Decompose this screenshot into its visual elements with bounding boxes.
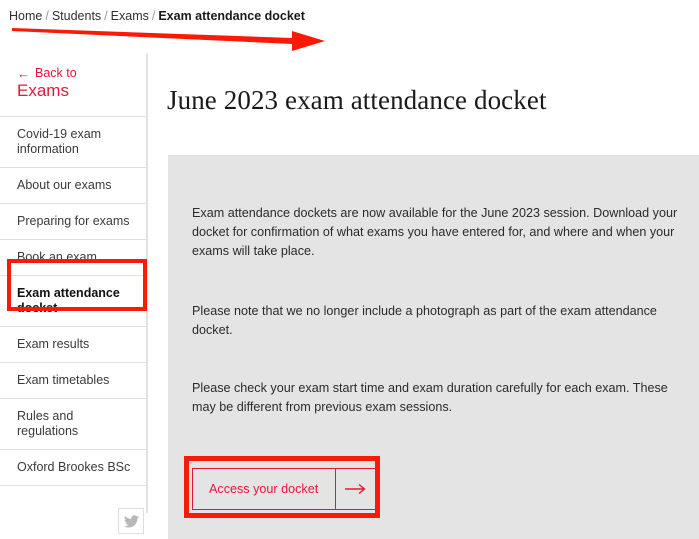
sidebar-nav-list: Covid-19 exam information About our exam… (0, 116, 146, 486)
access-docket-button[interactable]: Access your docket (192, 468, 377, 510)
sidebar-item-preparing-for-exams[interactable]: Preparing for exams (0, 203, 146, 239)
sidebar-back-link[interactable]: ← Back to Exams (0, 53, 146, 116)
breadcrumb-separator: / (101, 9, 110, 23)
sidebar-item-exam-attendance-docket[interactable]: Exam attendance docket (0, 275, 146, 326)
sidebar: ← Back to Exams Covid-19 exam information… (0, 53, 148, 513)
sidebar-item-about-our-exams[interactable]: About our exams (0, 167, 146, 203)
twitter-icon (124, 515, 139, 528)
sidebar-back-row: ← Back to (17, 66, 146, 80)
sidebar-item-covid-19-exam-information[interactable]: Covid-19 exam information (0, 116, 146, 167)
main-content: June 2023 exam attendance docket Exam at… (148, 53, 699, 539)
page-root: Home/Students/Exams/Exam attendance dock… (0, 0, 699, 539)
breadcrumb-item-home[interactable]: Home (9, 9, 42, 23)
content-panel: Exam attendance dockets are now availabl… (168, 155, 699, 539)
sidebar-item-exam-results[interactable]: Exam results (0, 326, 146, 362)
breadcrumb-item-current: Exam attendance docket (158, 9, 305, 23)
sidebar-back-prefix: Back to (35, 66, 77, 80)
sidebar-item-rules-and-regulations[interactable]: Rules and regulations (0, 398, 146, 449)
breadcrumb: Home/Students/Exams/Exam attendance dock… (9, 8, 305, 24)
breadcrumb-item-exams[interactable]: Exams (111, 9, 149, 23)
sidebar-item-book-an-exam[interactable]: Book an exam (0, 239, 146, 275)
breadcrumb-separator: / (149, 9, 158, 23)
sidebar-item-oxford-brookes-bsc[interactable]: Oxford Brookes BSc (0, 449, 146, 486)
sidebar-item-exam-timetables[interactable]: Exam timetables (0, 362, 146, 398)
arrow-left-icon: ← (17, 66, 30, 81)
intro-paragraph: Exam attendance dockets are now availabl… (168, 155, 699, 261)
annotation-arrow-icon (0, 20, 340, 54)
check-times-paragraph: Please check your exam start time and ex… (168, 340, 699, 417)
breadcrumb-item-students[interactable]: Students (52, 9, 101, 23)
sidebar-back-target: Exams (17, 82, 146, 100)
arrow-right-icon (335, 469, 376, 509)
page-title: June 2023 exam attendance docket (148, 53, 699, 116)
breadcrumb-separator: / (42, 9, 51, 23)
photograph-note-paragraph: Please note that we no longer include a … (168, 261, 699, 340)
twitter-share-button[interactable] (118, 508, 144, 534)
access-docket-label: Access your docket (193, 469, 335, 509)
